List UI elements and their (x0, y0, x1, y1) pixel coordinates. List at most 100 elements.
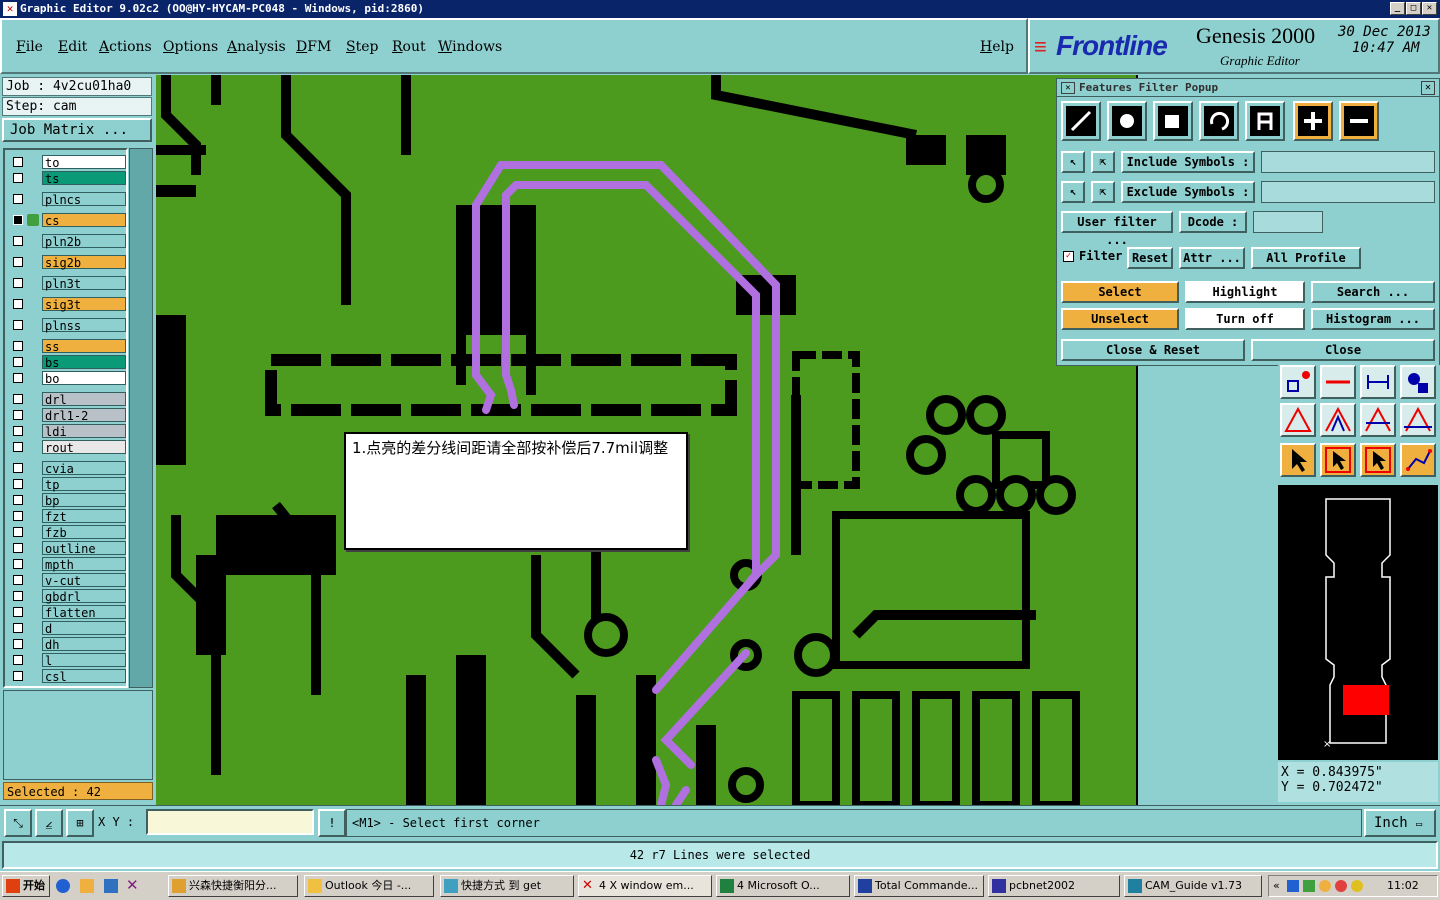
zoom-tool-icon[interactable]: ⤡ (4, 809, 32, 837)
profile-dropdown[interactable]: All Profile (1251, 247, 1361, 269)
pad-type-icon[interactable] (1107, 101, 1147, 141)
arc-type-icon[interactable] (1199, 101, 1239, 141)
layer-checkbox[interactable] (13, 655, 23, 665)
quicklaunch-icon[interactable] (104, 879, 118, 893)
search-button[interactable]: Search ... (1311, 281, 1435, 303)
layer-checkbox[interactable] (13, 623, 23, 633)
xwindow-quick-icon[interactable]: ✕ (126, 876, 139, 894)
task-item-1[interactable]: 兴森快捷衡阳分... (168, 875, 298, 897)
layer-name[interactable]: flatten (42, 605, 126, 620)
reset-button[interactable]: Reset (1127, 247, 1173, 269)
layer-row-bp[interactable]: bp (8, 493, 126, 508)
layer-name[interactable]: ts (42, 171, 126, 186)
attr-button[interactable]: Attr ... (1179, 247, 1245, 269)
overview-map[interactable]: × (1278, 485, 1438, 760)
histogram-button[interactable]: Histogram ... (1311, 308, 1435, 330)
layer-name[interactable]: d (42, 621, 126, 636)
exclude-pick2-icon[interactable]: ⇱ (1091, 181, 1115, 203)
include-symbols-button[interactable]: Include Symbols : (1121, 151, 1255, 173)
triangle-tool-2-icon[interactable] (1320, 403, 1356, 437)
layer-row-cvia[interactable]: cvia (8, 461, 126, 476)
layer-checkbox[interactable] (13, 479, 23, 489)
exclude-symbols-input[interactable] (1261, 181, 1435, 203)
tray-security-icon[interactable] (1335, 880, 1347, 892)
maximize-button[interactable]: □ (1406, 2, 1421, 15)
layer-checkbox[interactable] (13, 394, 23, 404)
layer-row-plncs[interactable]: plncs (8, 192, 126, 207)
user-filter-button[interactable]: User filter ... (1061, 211, 1173, 247)
popup-close-icon[interactable]: ✕ (1421, 81, 1435, 95)
layer-checkbox[interactable] (13, 511, 23, 521)
layer-name[interactable]: ldi (42, 424, 126, 439)
zoom-features-icon[interactable] (1400, 365, 1436, 399)
layer-row-fzt[interactable]: fzt (8, 509, 126, 524)
close-reset-button[interactable]: Close & Reset (1061, 339, 1245, 361)
layer-row-v-cut[interactable]: v-cut (8, 573, 126, 588)
triangle-tool-1-icon[interactable] (1280, 403, 1316, 437)
layer-row-ss[interactable]: ss (8, 339, 126, 354)
surface-type-icon[interactable] (1153, 101, 1193, 141)
unit-dropdown[interactable]: Inch ▭ (1364, 809, 1436, 837)
tray-expand-icon[interactable]: « (1273, 876, 1280, 896)
layer-row-gbdrl[interactable]: gbdrl (8, 589, 126, 604)
layer-row-drl[interactable]: drl (8, 392, 126, 407)
layer-checkbox[interactable] (13, 543, 23, 553)
task-item-7[interactable]: pcbnet2002 (988, 875, 1120, 897)
layer-checkbox[interactable] (13, 559, 23, 569)
layer-checkbox[interactable] (13, 671, 23, 681)
layer-name[interactable]: bs (42, 355, 126, 370)
unselect-button[interactable]: Unselect (1061, 308, 1179, 330)
layer-name[interactable]: drl (42, 392, 126, 407)
layer-row-mpth[interactable]: mpth (8, 557, 126, 572)
minimize-button[interactable]: _ (1390, 2, 1405, 15)
snap-tool-icon[interactable] (1280, 365, 1316, 399)
layer-checkbox[interactable] (13, 575, 23, 585)
layer-row-ldi[interactable]: ldi (8, 424, 126, 439)
layer-row-bo[interactable]: bo (8, 371, 126, 386)
start-button[interactable]: 开始 (2, 875, 50, 897)
triangle-tool-3-icon[interactable] (1360, 403, 1396, 437)
task-item-6[interactable]: Total Commande... (854, 875, 984, 897)
job-matrix-button[interactable]: Job Matrix ... (2, 118, 152, 142)
filter-checkbox[interactable]: ✓ (1063, 251, 1074, 262)
ie-icon[interactable] (56, 879, 70, 893)
task-item-8[interactable]: CAM_Guide v1.73 (1124, 875, 1262, 897)
include-pick2-icon[interactable]: ⇱ (1091, 151, 1115, 173)
positive-polarity-icon[interactable] (1293, 101, 1333, 141)
layer-name[interactable]: cs (42, 213, 126, 228)
layer-checkbox[interactable] (13, 278, 23, 288)
highlight-button[interactable]: Highlight (1185, 281, 1305, 303)
layer-checkbox[interactable] (13, 426, 23, 436)
layer-row-pln3t[interactable]: pln3t (8, 276, 126, 291)
layer-row-cs[interactable]: cs (8, 213, 126, 228)
layer-name[interactable]: sig2b (42, 255, 126, 270)
layer-checkbox[interactable] (13, 257, 23, 267)
dcode-button[interactable]: Dcode : (1179, 211, 1247, 233)
layer-name[interactable]: mpth (42, 557, 126, 572)
measure-distance-icon[interactable] (1360, 365, 1396, 399)
layer-name[interactable]: outline (42, 541, 126, 556)
layer-checkbox[interactable] (13, 341, 23, 351)
menu-step[interactable]: Step (346, 39, 378, 55)
layer-name[interactable]: sig3t (42, 297, 126, 312)
layer-name[interactable]: bp (42, 493, 126, 508)
layer-checkbox[interactable] (13, 410, 23, 420)
dcode-input[interactable] (1253, 211, 1323, 233)
pointer-tool-icon[interactable] (1280, 443, 1316, 477)
layer-row-sig3t[interactable]: sig3t (8, 297, 126, 312)
layer-name[interactable]: l (42, 653, 126, 668)
layer-name[interactable]: csl (42, 669, 126, 684)
layer-checkbox[interactable] (13, 591, 23, 601)
layer-name[interactable]: bo (42, 371, 126, 386)
layer-checkbox[interactable] (13, 320, 23, 330)
menu-actions[interactable]: Actions (99, 39, 152, 55)
layer-checkbox[interactable] (13, 463, 23, 473)
close-window-button[interactable]: ✕ (1422, 2, 1437, 15)
layer-name[interactable]: pln2b (42, 234, 126, 249)
tray-app-icon[interactable] (1303, 880, 1315, 892)
measure-line-icon[interactable] (1320, 365, 1356, 399)
layer-name[interactable]: dh (42, 637, 126, 652)
layer-name[interactable]: plnss (42, 318, 126, 333)
layer-row-dh[interactable]: dh (8, 637, 126, 652)
menu-dfm[interactable]: DFM (296, 39, 331, 55)
